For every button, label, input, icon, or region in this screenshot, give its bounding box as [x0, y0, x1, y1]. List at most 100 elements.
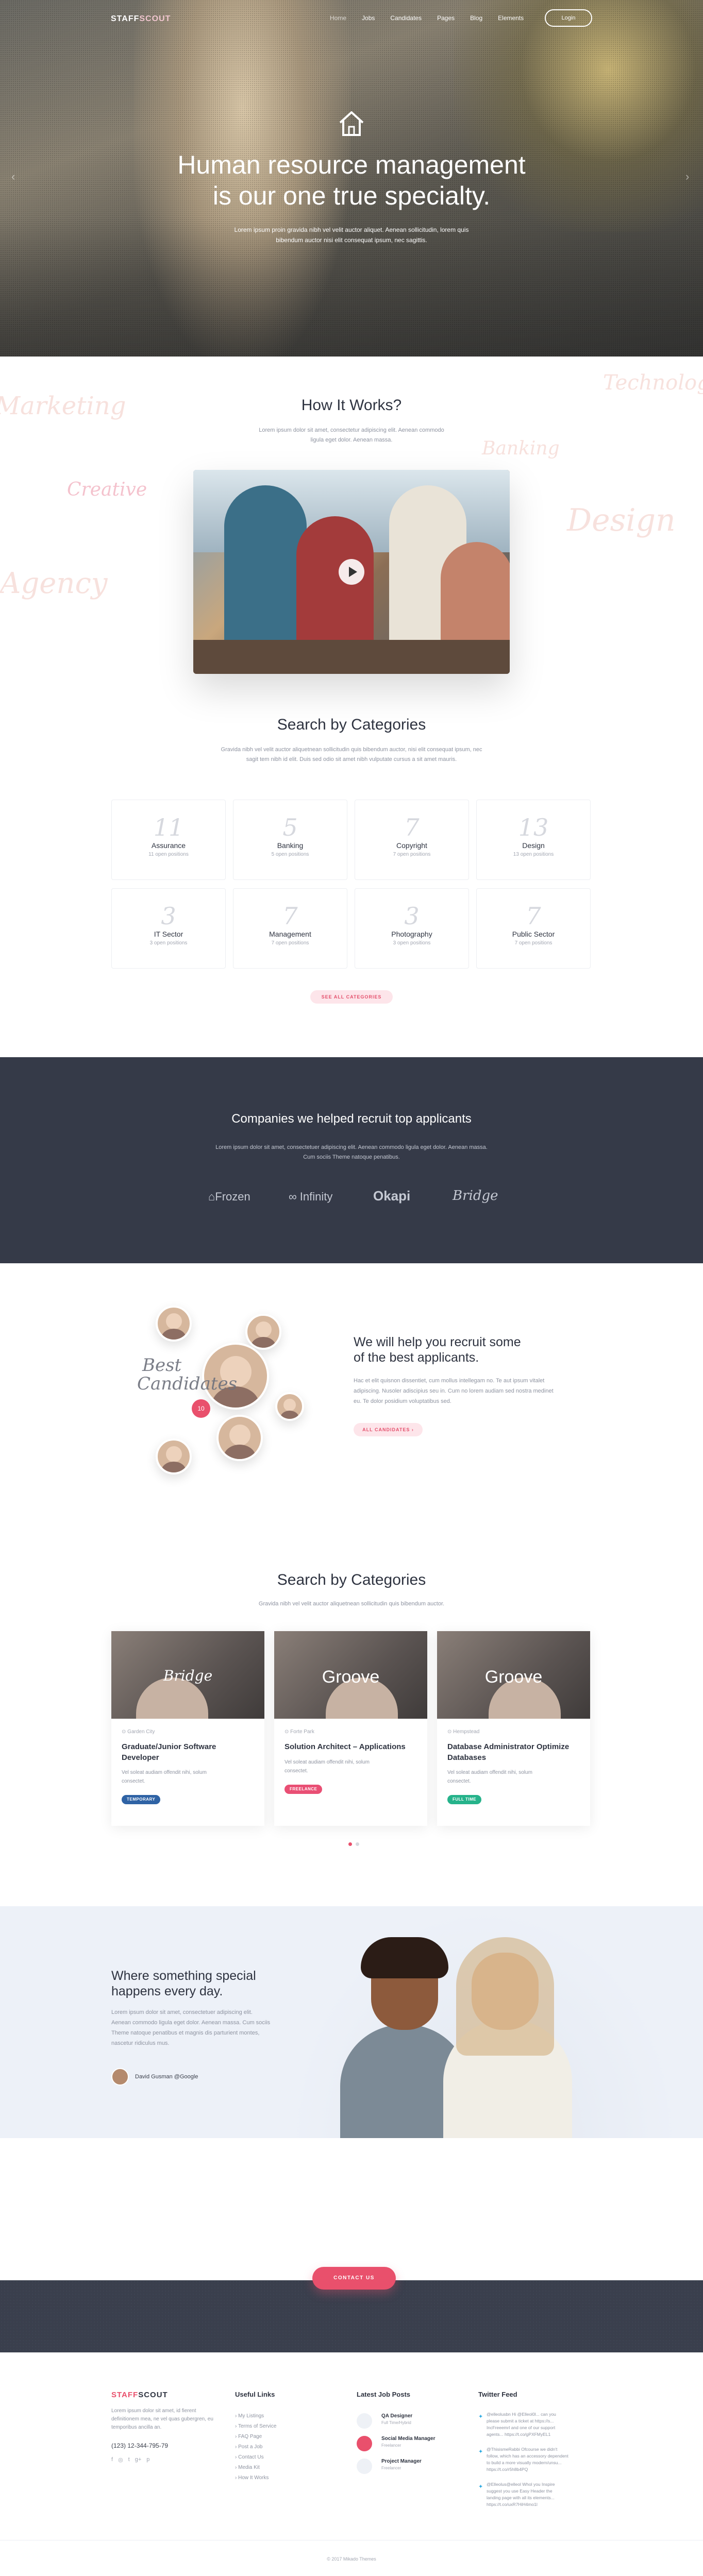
job-post-title[interactable]: Project Manager [381, 2459, 422, 2464]
candidate-avatar-3[interactable] [275, 1392, 304, 1421]
brand-infinity[interactable]: ∞ Infinity [289, 1190, 332, 1204]
company-logo: Groove [484, 1667, 543, 1687]
category-card-it-sector[interactable]: 3 IT Sector 3 open positions [111, 888, 226, 969]
nav-home[interactable]: Home [330, 14, 346, 22]
candidate-avatar-4[interactable] [216, 1415, 263, 1461]
testimonial-section: Where something special happens every da… [0, 1906, 703, 2138]
how-title: How It Works? [301, 397, 402, 414]
footer-link[interactable]: › Media Kit [235, 2463, 276, 2473]
brand-bridge[interactable]: Bridge [453, 1188, 498, 1204]
candidate-avatar-2[interactable] [245, 1314, 281, 1350]
job-title[interactable]: Solution Architect – Applications [284, 1741, 419, 1752]
nav-jobs[interactable]: Jobs [362, 14, 375, 22]
footer-link[interactable]: › FAQ Page [235, 2432, 276, 2442]
contact-us-button[interactable]: CONTACT US [312, 2267, 396, 2290]
location-pin-icon: ⊙ [284, 1729, 291, 1735]
twitter-icon[interactable]: t [128, 2456, 130, 2463]
candidate-avatar-5[interactable] [156, 1438, 192, 1475]
candidate-count-badge: 10 [192, 1399, 210, 1418]
nav-pages[interactable]: Pages [437, 14, 455, 22]
site-logo[interactable]: STAFFSCOUT [111, 14, 171, 24]
video-thumbnail[interactable] [193, 470, 510, 674]
job-type-badge[interactable]: TEMPORARY [122, 1795, 161, 1804]
brand-okapi[interactable]: Okapi [373, 1188, 410, 1204]
nav-candidates[interactable]: Candidates [390, 14, 422, 22]
category-card-banking[interactable]: 5 Banking 5 open positions [233, 800, 347, 880]
carousel-dot[interactable] [356, 1842, 359, 1846]
useful-links-title: Useful Links [235, 2391, 275, 2398]
category-card-copyright[interactable]: 7 Copyright 7 open positions [355, 800, 469, 880]
location-pin-icon: ⊙ [447, 1729, 454, 1735]
job-description: Vel soleat audiam offendit nihi, solum co… [284, 1759, 370, 1774]
footer-about: Lorem ipsum dolor sit amet, id fierent d… [111, 2408, 213, 2430]
candidates-title: We will help you recruit some of the bes… [354, 1335, 521, 1365]
facebook-icon[interactable]: f [111, 2456, 113, 2463]
all-candidates-button[interactable]: ALL CANDIDATES › [354, 1423, 423, 1436]
hero-section: STAFFSCOUT Home Jobs Candidates Pages Bl… [0, 0, 703, 357]
youtube-logo-icon [357, 2436, 372, 2451]
hero-text: Lorem ipsum proin gravida nibh vel velit… [234, 226, 469, 244]
groove-logo-icon [357, 2413, 372, 2429]
category-card-photography[interactable]: 3 Photography 3 open positions [355, 888, 469, 969]
job-post-title[interactable]: Social Media Manager [381, 2436, 435, 2442]
job-title[interactable]: Graduate/Junior Software Developer [122, 1741, 256, 1763]
main-nav: Home Jobs Candidates Pages Blog Elements [330, 14, 524, 22]
candidates-text: Hac et elit quisnon dissentiet, cum moll… [354, 1378, 554, 1404]
script-creative: Creative [67, 479, 147, 500]
category-card-assurance[interactable]: 11 Assurance 11 open positions [111, 800, 226, 880]
social-icons: f ◎ t g+ p [111, 2456, 149, 2463]
candidate-avatar-1[interactable] [156, 1306, 192, 1342]
job-card[interactable]: Bridge ⊙ Garden City Graduate/Junior Sof… [111, 1631, 264, 1826]
brand-frozen[interactable]: ⌂Frozen [208, 1190, 250, 1204]
carousel-dot-active[interactable] [348, 1842, 352, 1846]
house-icon [339, 111, 364, 136]
footer-link[interactable]: › My Listings [235, 2411, 276, 2421]
company-logo: Groove [322, 1667, 380, 1687]
best-candidates-script: Best Candidates [137, 1355, 238, 1394]
play-icon[interactable] [339, 559, 364, 585]
tweet[interactable]: @Elleolus@elleol Whol you Inspire suggest… [487, 2481, 600, 2508]
script-agency: Agency [0, 567, 108, 600]
infinity-logo-icon [357, 2459, 372, 2474]
script-banking: Banking [482, 438, 560, 459]
jobs-title: Search by Categories [277, 1571, 426, 1588]
category-card-design[interactable]: 13 Design 13 open positions [476, 800, 591, 880]
special-title: Where something special happens every da… [111, 1969, 256, 1998]
job-location: ⊙ Forte Park [284, 1729, 314, 1735]
chevron-right-icon: › [411, 1427, 414, 1432]
google-plus-icon[interactable]: g+ [135, 2456, 142, 2463]
nav-blog[interactable]: Blog [470, 14, 482, 22]
job-description: Vel soleat audiam offendit nihi, solum co… [122, 1770, 207, 1784]
copyright: © 2017 Mikado Themes [327, 2556, 376, 2562]
company-logo: Bridge [163, 1667, 213, 1684]
instagram-icon[interactable]: ◎ [118, 2456, 123, 2463]
useful-links-list: › My Listings › Terms of Service › FAQ P… [235, 2411, 276, 2483]
job-card[interactable]: Groove ⊙ Hempstead Database Administrato… [437, 1631, 590, 1826]
footer-logo[interactable]: STAFFSCOUT [111, 2391, 168, 2399]
category-card-public-sector[interactable]: 7 Public Sector 7 open positions [476, 888, 591, 969]
special-text: Lorem ipsum dolor sit amet, consectetuer… [111, 2009, 271, 2046]
job-post-title[interactable]: QA Designer [381, 2413, 412, 2419]
job-card[interactable]: Groove ⊙ Forte Park Solution Architect –… [274, 1631, 427, 1826]
see-all-categories-button[interactable]: SEE ALL CATEGORIES [310, 990, 393, 1004]
footer-link[interactable]: › Post a Job [235, 2442, 276, 2452]
tweet[interactable]: @elleolusbn Hi @Elleol0l... can you pleas… [487, 2411, 600, 2438]
pinterest-icon[interactable]: p [146, 2456, 149, 2463]
tweet[interactable]: @ThisismeRabbi Ofcourse we didn't follow,… [487, 2446, 600, 2473]
job-type-badge[interactable]: FULL TIME [447, 1795, 482, 1804]
footer-phone[interactable]: (123) 12-344-795-79 [111, 2442, 168, 2449]
jobs-text: Gravida nibh vel velit auctor aliquetnea… [258, 1601, 445, 1607]
footer-link[interactable]: › Terms of Service [235, 2421, 276, 2432]
twitter-feed-title: Twitter Feed [478, 2391, 517, 2398]
login-button[interactable]: Login [545, 9, 592, 27]
job-type-badge[interactable]: FREELANCE [284, 1785, 323, 1794]
nav-elements[interactable]: Elements [498, 14, 524, 22]
footer-link[interactable]: › Contact Us [235, 2452, 276, 2463]
hero-title: Human resource management is our one tru… [177, 150, 526, 210]
footer-link[interactable]: › How It Works [235, 2473, 276, 2483]
script-technology: Technology [603, 371, 703, 395]
category-card-management[interactable]: 7 Management 7 open positions [233, 888, 347, 969]
job-title[interactable]: Database Administrator Optimize Databases [447, 1741, 581, 1763]
job-description: Vel soleat audiam offendit nihi, solum co… [447, 1770, 532, 1784]
latest-jobs-title: Latest Job Posts [357, 2391, 411, 2398]
